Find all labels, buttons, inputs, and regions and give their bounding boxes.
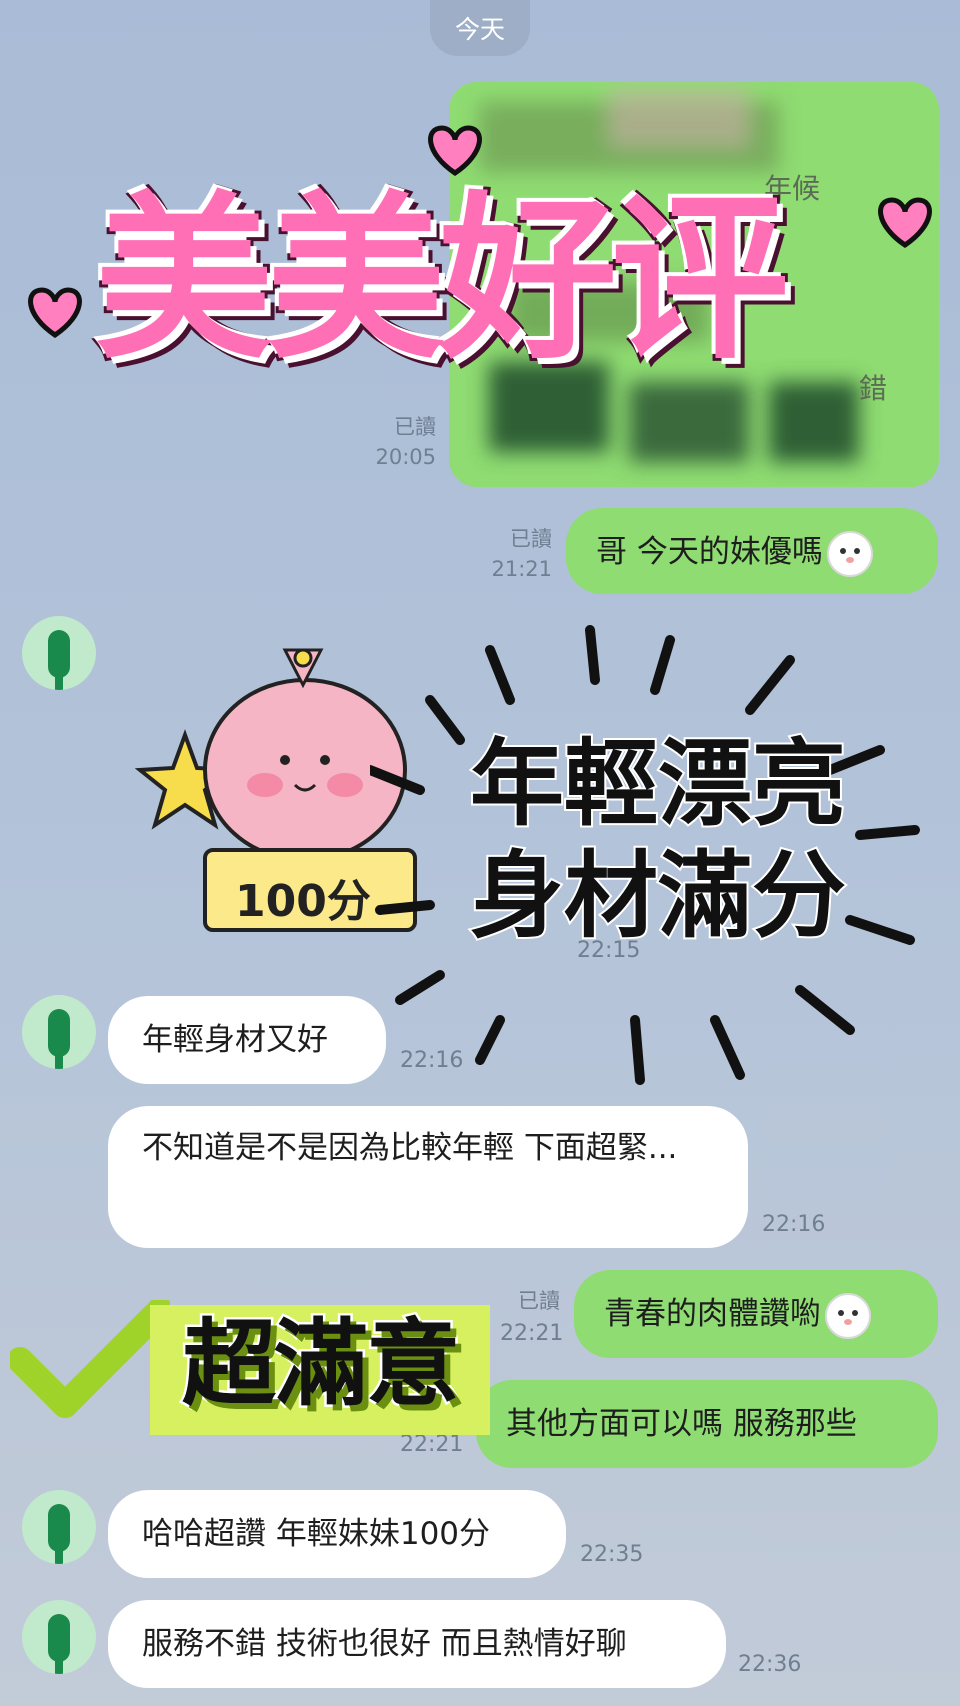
- incoming-message[interactable]: 哈哈超讚 年輕妹妹100分: [108, 1490, 566, 1578]
- badge-text: 超滿意: [179, 1308, 462, 1422]
- checkmark-icon: [10, 1300, 170, 1418]
- headline: 美美好评: [92, 176, 792, 383]
- heart-icon: [428, 125, 482, 177]
- read-receipt: 已讀: [518, 1289, 560, 1313]
- message-text: 年輕身材又好: [142, 1022, 328, 1058]
- outgoing-message[interactable]: 青春的肉體讚喲: [574, 1270, 938, 1358]
- incoming-message[interactable]: 不知道是不是因為比較年輕 下面超緊...: [108, 1106, 748, 1248]
- callout-line-2: 身材滿分: [468, 840, 848, 953]
- keroppi-avatar-icon[interactable]: [22, 1600, 96, 1674]
- outgoing-message[interactable]: 其他方面可以嗎 服務那些: [476, 1380, 938, 1468]
- message-time: 22:36: [738, 1652, 802, 1677]
- keroppi-avatar-icon[interactable]: [22, 616, 96, 690]
- message-text: 不知道是不是因為比較年輕 下面超緊...: [142, 1130, 678, 1166]
- read-receipt: 已讀 20:05: [375, 415, 436, 469]
- bunny-emoji-icon: [825, 1292, 871, 1339]
- callout-line-1: 年輕漂亮: [468, 728, 848, 841]
- bunny-emoji-icon: [826, 530, 873, 577]
- message-time: 22:16: [762, 1212, 826, 1237]
- incoming-message[interactable]: 服務不錯 技術也很好 而且熱情好聊: [108, 1600, 726, 1688]
- message-time: 22:21: [400, 1432, 464, 1457]
- read-receipt: 已讀 21:21: [491, 527, 552, 581]
- date-chip: 今天: [430, 0, 530, 56]
- message-text: 青春的肉體讚喲: [604, 1296, 821, 1332]
- sticker-card-text: 100分: [235, 876, 371, 927]
- blurred-text: 錯: [859, 372, 888, 405]
- message-text: 服務不錯 技術也很好 而且熱情好聊: [142, 1626, 627, 1662]
- message-text: 其他方面可以嗎 服務那些: [506, 1406, 857, 1442]
- incoming-message[interactable]: 年輕身材又好: [108, 996, 386, 1084]
- heart-icon: [28, 287, 82, 339]
- outgoing-message[interactable]: 哥 今天的妹優嗎: [566, 508, 938, 594]
- keroppi-avatar-icon[interactable]: [22, 1490, 96, 1564]
- message-time: 22:35: [580, 1542, 644, 1567]
- keroppi-avatar-icon[interactable]: [22, 995, 96, 1069]
- message-time: 22:21: [500, 1321, 564, 1346]
- message-text: 哥 今天的妹優嗎: [596, 534, 823, 570]
- message-text: 哈哈超讚 年輕妹妹100分: [142, 1516, 491, 1552]
- heart-icon: [878, 197, 932, 249]
